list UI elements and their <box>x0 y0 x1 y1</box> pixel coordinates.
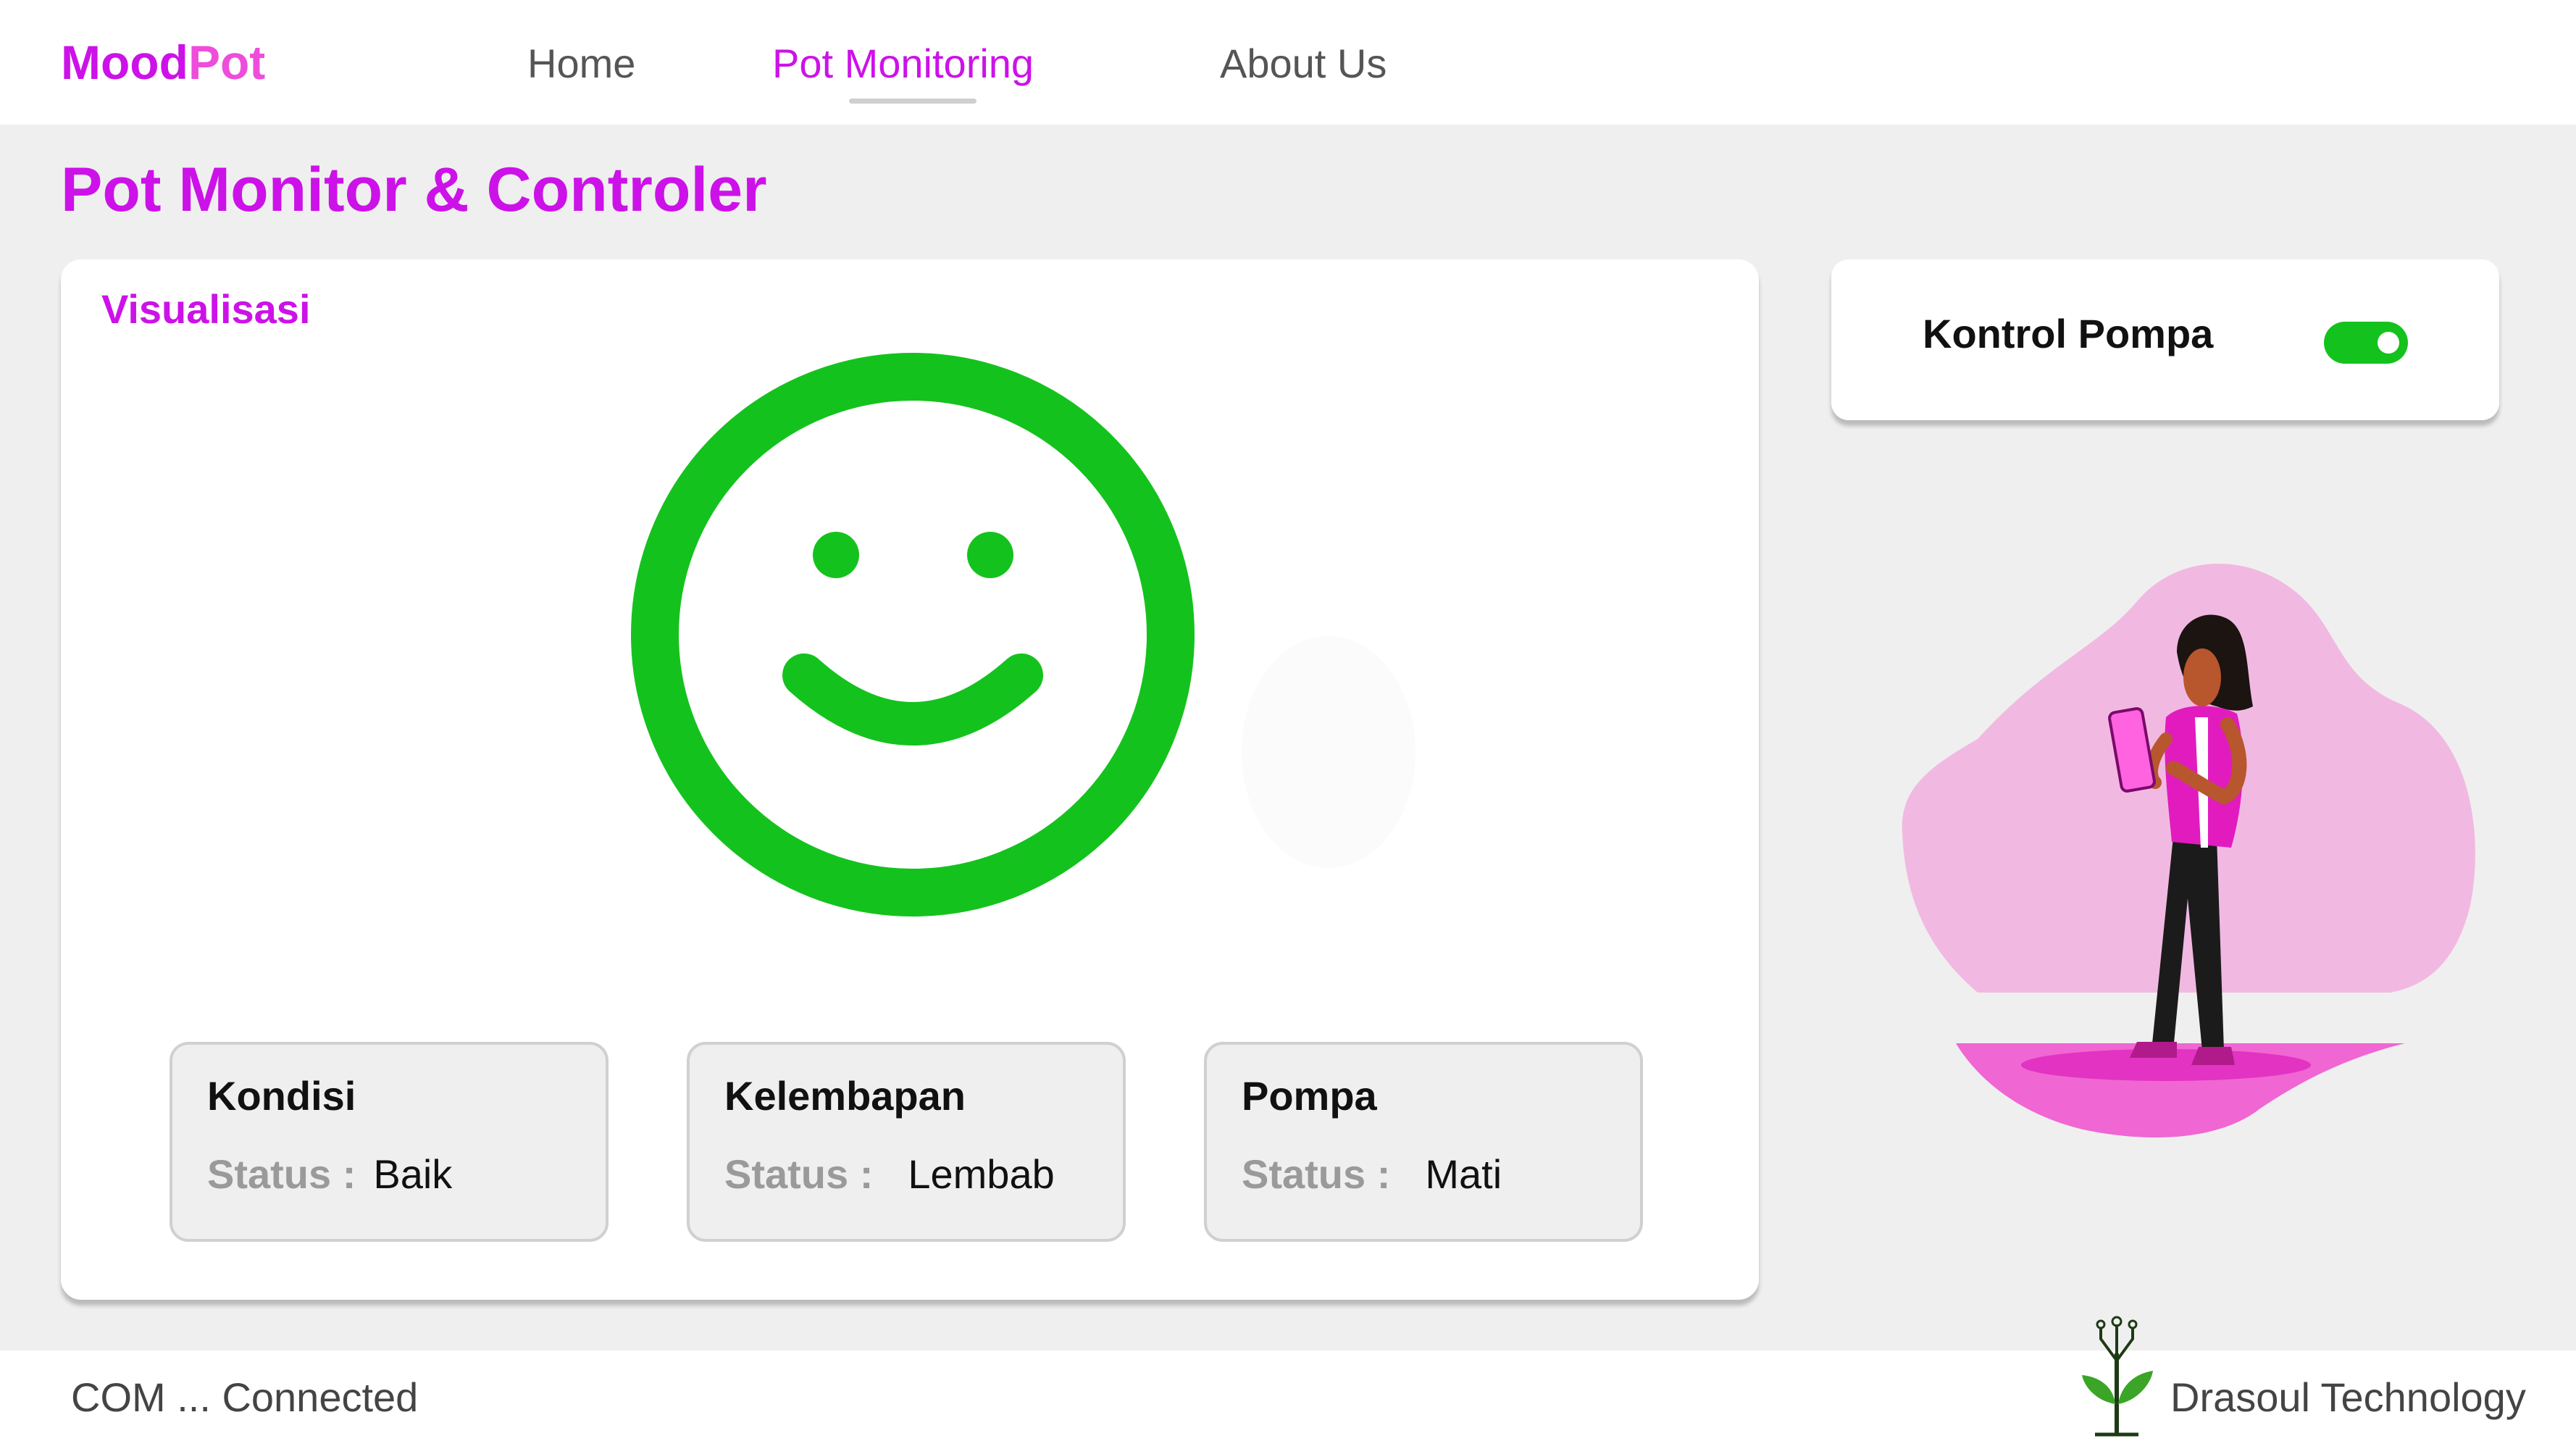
logo-part-pot: Pot <box>188 36 266 89</box>
active-nav-indicator <box>849 99 977 104</box>
nav-home[interactable]: Home <box>527 36 635 91</box>
kondisi-card: Kondisi Status : Baik <box>170 1042 609 1242</box>
pompa-status-value: Mati <box>1425 1151 1502 1197</box>
kelembapan-title: Kelembapan <box>724 1073 966 1119</box>
logo-part-mood: Mood <box>61 36 188 89</box>
smile <box>782 653 1043 746</box>
page-title: Pot Monitor & Controler <box>61 155 767 225</box>
kondisi-status-value: Baik <box>373 1151 453 1197</box>
happy-face-icon <box>631 353 1195 916</box>
pump-toggle-switch[interactable] <box>2324 322 2408 364</box>
toggle-knob <box>2378 332 2399 354</box>
kelembapan-status-label: Status : <box>724 1151 874 1197</box>
app-logo[interactable]: MoodPot <box>61 33 265 91</box>
pompa-title: Pompa <box>1242 1073 1377 1119</box>
company-name: Drasoul Technology <box>2170 1374 2526 1420</box>
nav-about-us[interactable]: About Us <box>1220 36 1387 91</box>
nav-pot-monitoring[interactable]: Pot Monitoring <box>772 36 1034 91</box>
kelembapan-card: Kelembapan Status : Lembab <box>687 1042 1126 1242</box>
pump-control-card: Kontrol Pompa <box>1831 259 2499 420</box>
kondisi-status-label: Status : <box>207 1151 356 1197</box>
pompa-card: Pompa Status : Mati <box>1204 1042 1643 1242</box>
plant-logo-icon <box>2082 1316 2153 1437</box>
pompa-status-label: Status : <box>1242 1151 1391 1197</box>
right-eye <box>967 532 1013 578</box>
footer-bar: COM ... Connected Drasoul Technology <box>0 1316 2576 1449</box>
kondisi-title: Kondisi <box>207 1073 356 1119</box>
kondisi-status: Status : Baik <box>207 1151 452 1198</box>
face <box>2183 648 2221 706</box>
pompa-status: Status : Mati <box>1242 1151 1502 1198</box>
visualization-card: Visualisasi Kondisi Status : Baik Kelemba… <box>61 259 1759 1300</box>
faded-shape <box>1242 636 1415 868</box>
connection-status: COM ... Connected <box>71 1374 419 1420</box>
top-nav-bar: MoodPot Home Pot Monitoring About Us <box>0 0 2576 125</box>
pump-control-label: Kontrol Pompa <box>1923 311 2214 356</box>
kelembapan-status-value: Lembab <box>908 1151 1055 1197</box>
woman-with-phone-illustration <box>1902 563 2475 1137</box>
kelembapan-status: Status : Lembab <box>724 1151 1055 1198</box>
left-eye <box>813 532 859 578</box>
visualization-title: Visualisasi <box>101 286 311 332</box>
face-outline <box>631 353 1195 916</box>
